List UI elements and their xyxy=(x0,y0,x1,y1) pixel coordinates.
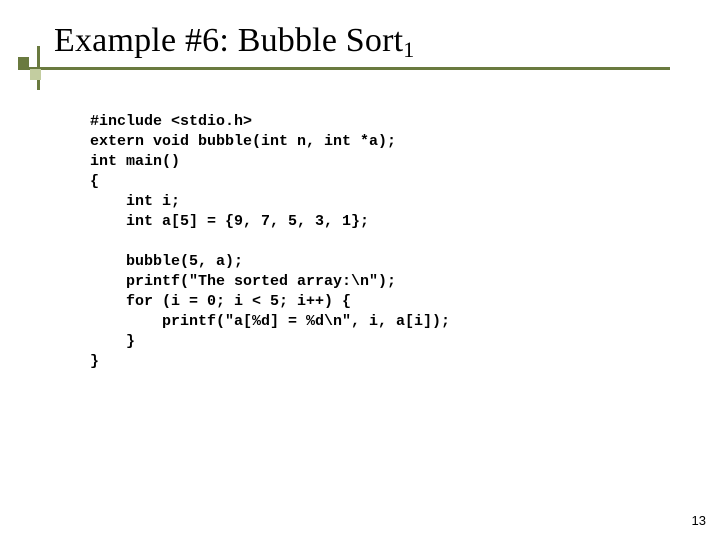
title-subscript: 1 xyxy=(403,37,414,62)
code-line: extern void bubble(int n, int *a); xyxy=(90,133,396,150)
title-vertical-rule xyxy=(37,46,40,90)
slide: Example #6: Bubble Sort1 #include <stdio… xyxy=(0,0,720,540)
slide-title: Example #6: Bubble Sort1 xyxy=(54,22,415,60)
code-line: } xyxy=(90,333,135,350)
page-number: 13 xyxy=(692,513,706,528)
code-line: printf("The sorted array:\n"); xyxy=(90,273,396,290)
corner-square-dark xyxy=(18,57,29,68)
code-line: int a[5] = {9, 7, 5, 3, 1}; xyxy=(90,213,369,230)
code-line: printf("a[%d] = %d\n", i, a[i]); xyxy=(90,313,450,330)
code-block: #include <stdio.h> extern void bubble(in… xyxy=(90,112,650,372)
code-line: int main() xyxy=(90,153,180,170)
code-line: #include <stdio.h> xyxy=(90,113,252,130)
code-line: } xyxy=(90,353,99,370)
code-line: { xyxy=(90,173,99,190)
code-line: int i; xyxy=(90,193,180,210)
title-underline xyxy=(18,67,670,70)
title-text: Example #6: Bubble Sort xyxy=(54,22,403,59)
corner-square-light xyxy=(30,69,41,80)
code-line: for (i = 0; i < 5; i++) { xyxy=(90,293,351,310)
code-line: bubble(5, a); xyxy=(90,253,243,270)
